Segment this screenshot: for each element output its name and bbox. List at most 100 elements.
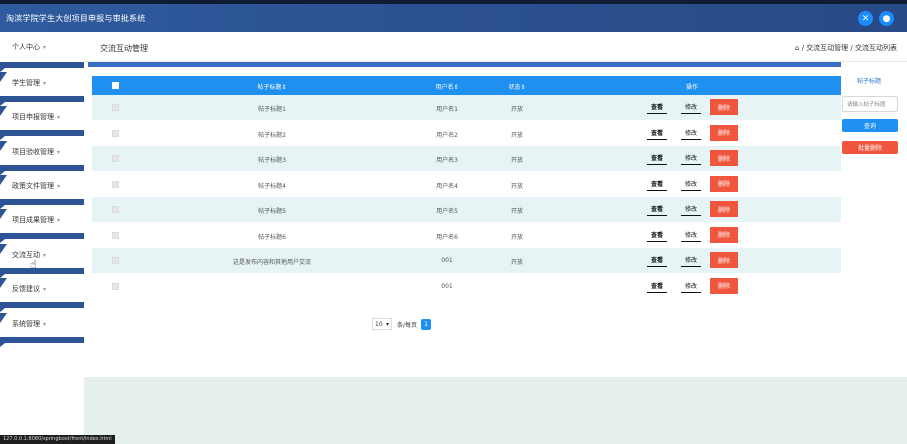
delete-button[interactable]: 删除 [710,175,738,192]
edit-button[interactable]: 修改 [681,202,701,216]
cell-user: 用户名5 [436,208,458,215]
row-checkbox[interactable] [112,155,119,162]
cell-status: 开放 [510,131,523,139]
cell-status: 开放 [510,157,523,164]
cell-title: 帖子标题3 [258,157,286,164]
page-button-current[interactable]: 1 [421,318,432,330]
sidebar-divider [0,96,84,106]
status-bar-url: 127.0.0.1:8080/springboot/front/index.ht… [0,435,115,444]
view-button[interactable]: 查看 [647,202,667,216]
sidebar-item-label: 学生管理 [12,79,40,87]
view-button[interactable]: 查看 [647,228,667,242]
batch-delete-button[interactable]: 批量删除 [842,141,898,154]
edit-button[interactable]: 修改 [681,126,701,140]
breadcrumb-text[interactable]: 交流互动管理 / 交流互动列表 [806,44,897,52]
search-label: 帖子标题 [856,78,881,85]
accent-divider [88,62,841,67]
sidebar-divider [0,337,84,347]
search-input[interactable]: 请输入帖子标题 [842,96,898,112]
chevron-down-icon: ▾ [43,285,47,293]
hand-cursor-icon: ☝ [30,258,37,271]
cell-user: 用户名3 [436,157,458,164]
chevron-down-icon: ▾ [385,320,389,328]
view-button[interactable]: 查看 [647,279,667,293]
sidebar-item-label: 政策文件管理 [12,182,54,190]
delete-button[interactable]: 删除 [710,252,738,268]
cell-status: 开放 [510,208,523,215]
delete-button[interactable]: 删除 [710,226,738,243]
sidebar-divider [0,165,84,175]
sidebar-item-label: 反馈建议 [12,285,40,293]
sidebar-item-communication[interactable]: 交流互动 ▾ [0,244,84,266]
edit-button[interactable]: 修改 [681,177,701,191]
delete-button[interactable]: 删除 [710,201,738,217]
search-button[interactable]: 查询 [842,119,898,132]
column-header-user[interactable]: 用户名⇕ [402,82,492,91]
select-all-checkbox[interactable] [112,82,119,89]
delete-button[interactable]: 删除 [710,124,738,141]
cell-user: 用户名4 [436,182,458,190]
cell-user: 001 [441,257,453,264]
cell-status: 开放 [510,259,523,266]
sidebar-divider [0,233,84,243]
view-button[interactable]: 查看 [647,253,667,267]
expand-icon[interactable]: ✕ [858,11,873,26]
chevron-down-icon: ▾ [57,113,61,121]
cell-title: 帖子标题2 [258,131,286,139]
sidebar-item-label: 项目验收管理 [12,148,54,156]
chevron-down-icon: ▾ [57,182,61,190]
sidebar-item-policy-files[interactable]: 政策文件管理 ▾ [0,175,84,197]
row-checkbox[interactable] [112,231,119,239]
chevron-down-icon: ▾ [57,148,61,156]
sidebar-item-project-results[interactable]: 项目成果管理 ▾ [0,209,84,231]
page-size-label: 条/每页 [397,321,418,329]
chevron-down-icon: ▾ [43,251,47,259]
row-checkbox[interactable] [112,104,119,111]
view-button[interactable]: 查看 [647,177,667,191]
sidebar-divider [0,302,84,312]
delete-button[interactable]: 删除 [710,150,738,166]
title-bar: 交流互动管理 ⌂ / 交流互动管理 / 交流互动列表 [84,32,907,62]
row-checkbox[interactable] [112,206,119,213]
sidebar-divider [0,62,84,72]
view-button[interactable]: 查看 [647,126,667,140]
cell-title: 帖子标题4 [258,182,286,190]
edit-button[interactable]: 修改 [681,228,701,242]
sidebar-item-label: 项目申报管理 [12,113,54,121]
cell-title: 这是发布内容和其他用户交流 [232,259,311,266]
row-checkbox[interactable] [112,257,119,264]
table-row: 帖子标题5 用户名5 开放 查看 修改 删除 [92,197,841,222]
view-button[interactable]: 查看 [647,151,667,165]
cell-status: 开放 [510,233,523,241]
cell-title: 帖子标题1 [258,106,286,113]
column-header-title[interactable]: 帖子标题⇕ [202,82,342,91]
chevron-down-icon: ▾ [43,43,47,51]
delete-button[interactable]: 删除 [710,99,738,115]
row-checkbox[interactable] [112,129,119,137]
page-size-select[interactable]: 10 ▾ [372,318,392,330]
sidebar-item-profile[interactable]: 个人中心 ▾ [0,36,84,58]
edit-button[interactable]: 修改 [681,151,701,165]
main-content: 交流互动管理 ⌂ / 交流互动管理 / 交流互动列表 帖子标题⇕ 用户名⇕ 状态… [84,32,907,444]
page-title: 交流互动管理 [100,44,148,53]
edit-button[interactable]: 修改 [681,253,701,267]
row-checkbox[interactable] [112,180,119,188]
chevron-down-icon: ▾ [43,79,47,87]
content-footer-bg [84,377,907,444]
home-icon[interactable]: ⌂ [795,44,799,52]
sidebar-item-project-acceptance[interactable]: 项目验收管理 ▾ [0,141,84,163]
row-checkbox[interactable] [112,282,119,290]
column-header-actions: 操作 [685,84,698,91]
sidebar-item-system[interactable]: 系统管理 ▾ [0,313,84,335]
view-button[interactable]: 查看 [647,100,667,114]
column-header-status[interactable]: 状态⇕ [492,82,542,91]
cell-title: 帖子标题5 [258,208,286,215]
user-icon[interactable]: ● [879,11,894,26]
sidebar-item-feedback[interactable]: 反馈建议 ▾ [0,278,84,300]
edit-button[interactable]: 修改 [681,100,701,114]
sidebar-item-students[interactable]: 学生管理 ▾ [0,72,84,94]
table-row: 这是发布内容和其他用户交流 001 开放 查看 修改 删除 [92,248,841,273]
edit-button[interactable]: 修改 [681,279,701,293]
delete-button[interactable]: 删除 [710,277,738,294]
sidebar-item-project-apply[interactable]: 项目申报管理 ▾ [0,106,84,128]
